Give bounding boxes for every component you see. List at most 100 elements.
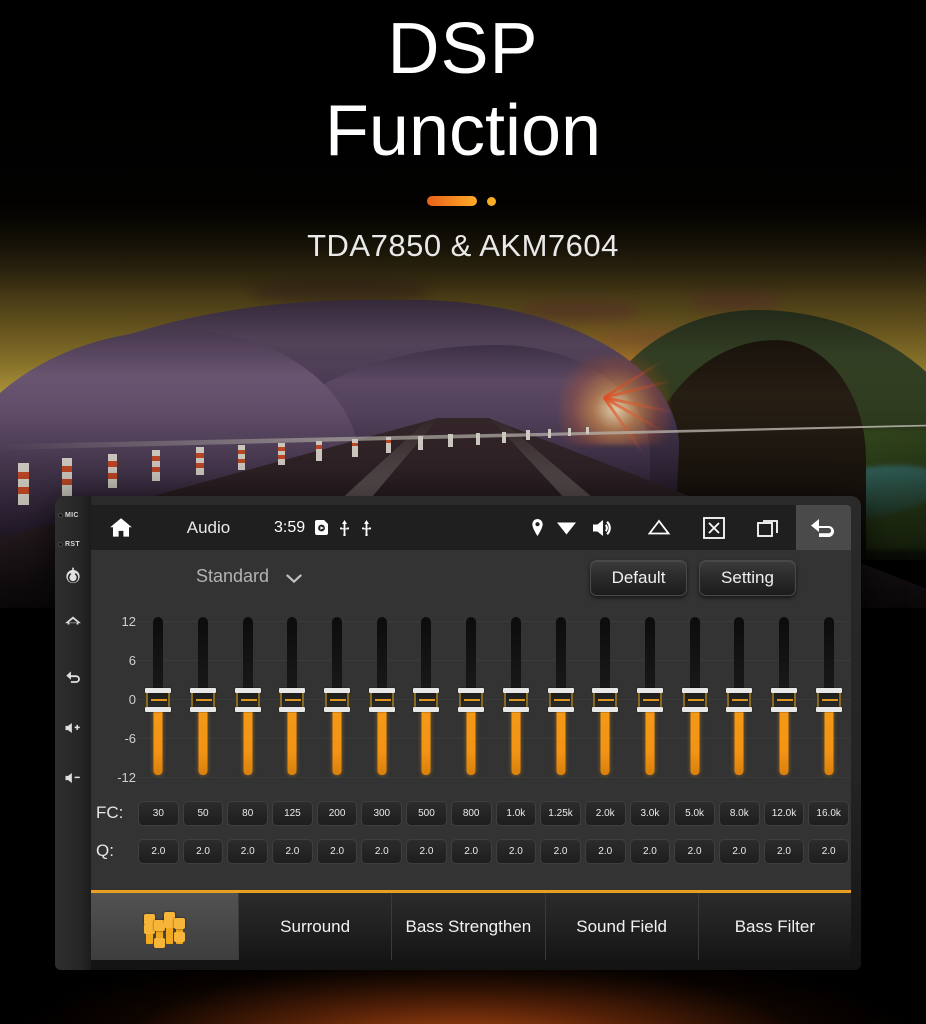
q-cell[interactable]: 2.0 [672, 838, 717, 864]
statusbar-home-button[interactable] [91, 515, 151, 541]
slider-thumb[interactable] [726, 688, 753, 712]
eq-slider-8.0k[interactable] [717, 605, 762, 793]
eq-slider-16.0k[interactable] [806, 605, 851, 793]
slider-thumb[interactable] [458, 688, 485, 712]
q-cell[interactable]: 2.0 [806, 838, 851, 864]
fc-cell[interactable]: 8.0k [717, 800, 762, 826]
volume-down-icon[interactable] [63, 768, 83, 788]
fc-cell[interactable]: 5.0k [672, 800, 717, 826]
fc-cell[interactable]: 16.0k [806, 800, 851, 826]
q-cell[interactable]: 2.0 [762, 838, 807, 864]
reset-button[interactable]: RST [58, 541, 80, 548]
q-cell[interactable]: 2.0 [717, 838, 762, 864]
slider-thumb[interactable] [279, 688, 306, 712]
back-button[interactable] [796, 505, 851, 550]
preset-selector[interactable]: Standard [196, 566, 303, 587]
q-cell[interactable]: 2.0 [315, 838, 360, 864]
slider-thumb[interactable] [815, 688, 842, 712]
eq-slider-1.0k[interactable] [494, 605, 539, 793]
q-value: 2.0 [138, 838, 179, 864]
volume-up-icon[interactable] [63, 718, 83, 738]
q-value: 2.0 [808, 838, 849, 864]
slider-thumb[interactable] [324, 688, 351, 712]
q-cell[interactable]: 2.0 [583, 838, 628, 864]
q-cell[interactable]: 2.0 [181, 838, 226, 864]
q-cell[interactable]: 2.0 [359, 838, 404, 864]
q-cell[interactable]: 2.0 [494, 838, 539, 864]
eq-slider-12.0k[interactable] [762, 605, 807, 793]
page-root: DSP Function TDA7850 & AKM7604 MIC RST A… [0, 0, 926, 1024]
q-cell[interactable]: 2.0 [538, 838, 583, 864]
back-arrow-icon[interactable] [63, 666, 83, 686]
eq-slider-1.25k[interactable] [538, 605, 583, 793]
slider-thumb[interactable] [234, 688, 261, 712]
mic-led [58, 512, 63, 518]
fc-cell[interactable]: 200 [315, 800, 360, 826]
tab-bass-filter[interactable]: Bass Filter [698, 893, 851, 960]
slider-thumb-body [816, 693, 841, 707]
slider-thumb[interactable] [636, 688, 663, 712]
slider-thumb-cap [681, 707, 708, 712]
q-value: 2.0 [361, 838, 403, 864]
eq-slider-500[interactable] [404, 605, 449, 793]
eq-slider-50[interactable] [181, 605, 226, 793]
slider-thumb[interactable] [547, 688, 574, 712]
slider-thumb[interactable] [681, 688, 708, 712]
recent-apps-button[interactable] [741, 505, 796, 550]
q-cell[interactable]: 2.0 [628, 838, 673, 864]
home-icon[interactable] [63, 614, 83, 634]
slider-thumb-cap [279, 707, 306, 712]
fc-cell[interactable]: 125 [270, 800, 315, 826]
q-cell[interactable]: 2.0 [225, 838, 270, 864]
slider-thumb-cap [592, 707, 619, 712]
setting-button[interactable]: Setting [699, 560, 796, 596]
fc-cell[interactable]: 1.25k [538, 800, 583, 826]
volume-button[interactable] [576, 505, 631, 550]
eq-slider-200[interactable] [315, 605, 360, 793]
q-cell[interactable]: 2.0 [136, 838, 181, 864]
power-icon[interactable] [63, 566, 83, 586]
eq-slider-80[interactable] [225, 605, 270, 793]
slider-track-upper [287, 617, 298, 699]
fc-cell[interactable]: 30 [136, 800, 181, 826]
fc-cell[interactable]: 50 [181, 800, 226, 826]
q-cell[interactable]: 2.0 [404, 838, 449, 864]
fc-cell[interactable]: 3.0k [628, 800, 673, 826]
tab-bass-strengthen[interactable]: Bass Strengthen [392, 893, 546, 960]
tab-surround[interactable]: Surround [239, 893, 393, 960]
eq-slider-800[interactable] [449, 605, 494, 793]
q-cell[interactable]: 2.0 [449, 838, 494, 864]
fc-cell[interactable]: 800 [449, 800, 494, 826]
fc-cell[interactable]: 300 [359, 800, 404, 826]
eq-slider-3.0k[interactable] [628, 605, 673, 793]
eject-button[interactable] [631, 505, 686, 550]
fc-cell[interactable]: 2.0k [583, 800, 628, 826]
slider-thumb[interactable] [190, 688, 217, 712]
slider-thumb[interactable] [413, 688, 440, 712]
eq-slider-300[interactable] [359, 605, 404, 793]
eq-slider-5.0k[interactable] [672, 605, 717, 793]
eq-slider-125[interactable] [270, 605, 315, 793]
eq-slider-2.0k[interactable] [583, 605, 628, 793]
q-cell[interactable]: 2.0 [270, 838, 315, 864]
slider-thumb[interactable] [770, 688, 797, 712]
fc-value: 800 [450, 800, 492, 826]
tab-equalizer[interactable] [91, 893, 239, 960]
title-separator [427, 196, 499, 206]
separator-dot [487, 197, 496, 206]
fc-cell[interactable]: 12.0k [762, 800, 807, 826]
slider-thumb[interactable] [368, 688, 395, 712]
slider-thumb[interactable] [592, 688, 619, 712]
eq-scale-label: -6 [124, 731, 136, 746]
slider-thumb-cap [413, 707, 440, 712]
close-button[interactable] [686, 505, 741, 550]
slider-thumb[interactable] [145, 688, 172, 712]
tab-sound-field[interactable]: Sound Field [545, 893, 699, 960]
slider-thumb-cap [547, 707, 574, 712]
fc-cell[interactable]: 80 [225, 800, 270, 826]
fc-cell[interactable]: 1.0k [494, 800, 539, 826]
slider-thumb[interactable] [502, 688, 529, 712]
default-button[interactable]: Default [590, 560, 687, 596]
eq-slider-30[interactable] [136, 605, 181, 793]
fc-cell[interactable]: 500 [404, 800, 449, 826]
